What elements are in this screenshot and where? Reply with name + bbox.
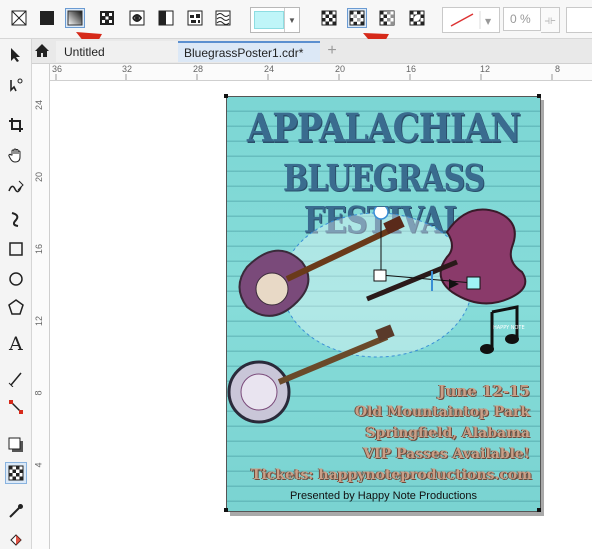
selection-handles xyxy=(224,94,541,512)
